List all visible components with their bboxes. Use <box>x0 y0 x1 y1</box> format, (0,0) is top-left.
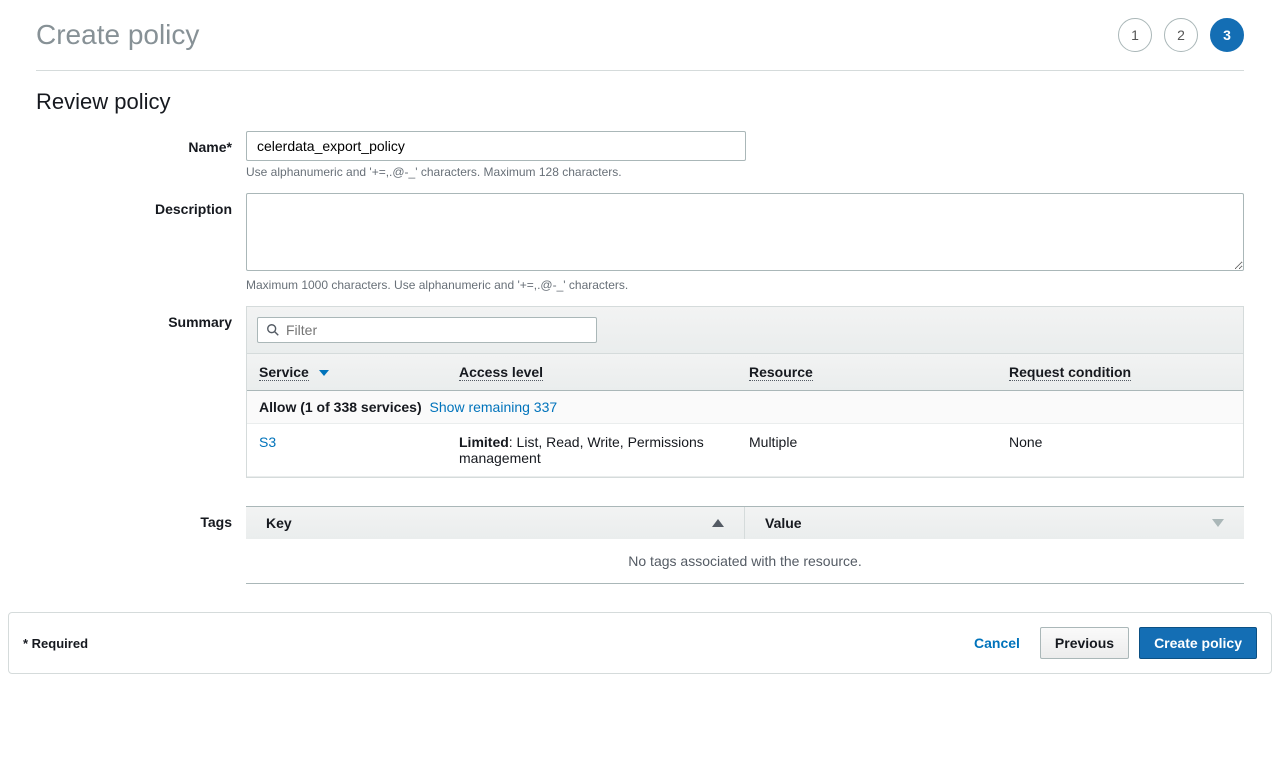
divider <box>36 70 1244 71</box>
description-hint: Maximum 1000 characters. Use alphanumeri… <box>246 278 1244 292</box>
cancel-button[interactable]: Cancel <box>964 629 1030 657</box>
previous-button[interactable]: Previous <box>1040 627 1129 659</box>
wizard-steps: 1 2 3 <box>1118 18 1244 52</box>
description-label: Description <box>36 193 246 292</box>
show-remaining-link[interactable]: Show remaining 337 <box>430 399 558 415</box>
filter-input[interactable] <box>286 322 588 338</box>
col-header-resource[interactable]: Resource <box>737 354 997 390</box>
search-icon <box>266 323 280 337</box>
col-header-key[interactable]: Key <box>246 507 745 539</box>
required-note: * Required <box>23 636 88 651</box>
wizard-step-3[interactable]: 3 <box>1210 18 1244 52</box>
allow-summary: Allow (1 of 338 services) Show remaining… <box>247 391 1243 424</box>
table-row: S3 Limited: List, Read, Write, Permissio… <box>247 424 1243 477</box>
request-condition-cell: None <box>997 424 1243 476</box>
summary-label: Summary <box>36 306 246 478</box>
col-header-service[interactable]: Service <box>247 354 447 390</box>
access-level-cell: Limited: List, Read, Write, Permissions … <box>447 424 737 476</box>
summary-panel: Service Access level Resource Request co… <box>246 306 1244 478</box>
name-label: Name* <box>36 131 246 179</box>
filter-wrap[interactable] <box>257 317 597 343</box>
tags-panel: Key Value No tags associated with the re… <box>246 506 1244 584</box>
resource-cell: Multiple <box>737 424 997 476</box>
service-link[interactable]: S3 <box>259 434 276 450</box>
sort-asc-icon <box>712 519 724 527</box>
col-header-value[interactable]: Value <box>745 507 1244 539</box>
create-policy-button[interactable]: Create policy <box>1139 627 1257 659</box>
name-input[interactable] <box>246 131 746 161</box>
page-title: Create policy <box>36 19 199 51</box>
wizard-step-2[interactable]: 2 <box>1164 18 1198 52</box>
sort-desc-icon <box>1212 519 1224 527</box>
col-header-access[interactable]: Access level <box>447 354 737 390</box>
wizard-step-1[interactable]: 1 <box>1118 18 1152 52</box>
review-title: Review policy <box>36 89 1244 115</box>
tags-label: Tags <box>36 506 246 584</box>
description-textarea[interactable] <box>246 193 1244 271</box>
footer-bar: * Required Cancel Previous Create policy <box>8 612 1272 674</box>
tags-empty-text: No tags associated with the resource. <box>246 539 1244 583</box>
chevron-down-icon <box>319 370 329 376</box>
col-header-request[interactable]: Request condition <box>997 354 1243 390</box>
name-hint: Use alphanumeric and '+=,.@-_' character… <box>246 165 1244 179</box>
